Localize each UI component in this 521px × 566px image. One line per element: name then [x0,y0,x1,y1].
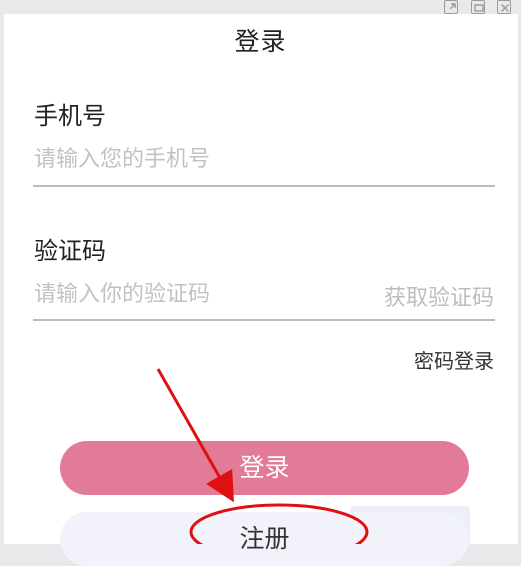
code-input[interactable] [34,277,354,311]
login-button[interactable]: 登录 [60,441,469,495]
password-login-link[interactable]: 密码登录 [414,345,494,374]
popout-icon[interactable] [444,0,458,14]
code-underline [33,319,495,321]
close-icon[interactable] [497,0,511,14]
register-button[interactable]: 注册 [60,512,469,566]
get-code-button[interactable]: 获取验证码 [384,280,494,312]
code-label: 验证码 [34,237,106,265]
phone-underline [33,185,495,187]
phone-label: 手机号 [34,102,106,130]
phone-input[interactable] [34,142,494,176]
minimize-icon[interactable] [471,0,485,14]
page-title: 登录 [234,27,287,56]
